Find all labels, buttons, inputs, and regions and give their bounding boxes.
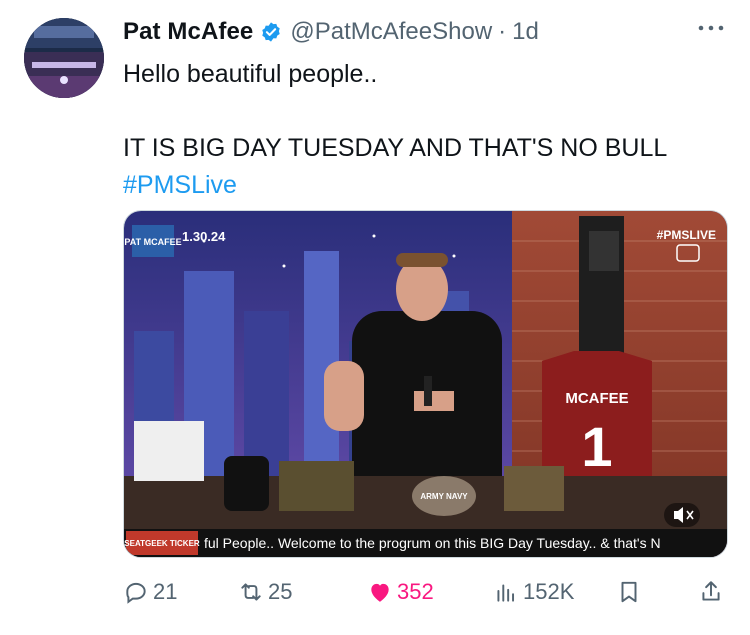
- tweet-time[interactable]: 1d: [512, 18, 539, 46]
- avatar-stadium-image: [24, 18, 104, 98]
- jersey-name: MCAFEE: [565, 390, 628, 407]
- author-handle[interactable]: @PatMcAfeeShow: [290, 18, 492, 46]
- separator-dot: ·: [498, 18, 507, 45]
- avatar[interactable]: [24, 18, 104, 98]
- more-options-icon[interactable]: [696, 22, 726, 34]
- bookmark-button[interactable]: [616, 570, 646, 614]
- repost-icon: [241, 583, 261, 601]
- ticker-text: ful People.. Welcome to the progrum on t…: [204, 535, 661, 551]
- helmet-text: ARMY NAVY: [420, 492, 468, 501]
- tweet-actions: 21 25 352 152K: [123, 570, 727, 614]
- like-count: 352: [397, 579, 434, 604]
- views-button[interactable]: 152K: [493, 570, 574, 614]
- reply-icon: [126, 582, 146, 604]
- share-button[interactable]: [698, 570, 728, 614]
- hashtag-link[interactable]: #PMSLive: [123, 167, 730, 204]
- video-frame: MCAFEE 1 ARMY NAVY PAT MCAFEE 1.30.24 #P…: [124, 211, 727, 557]
- tweet-text-line: IT IS BIG DAY TUESDAY AND THAT'S NO BULL: [123, 134, 668, 162]
- repost-count: 25: [268, 579, 293, 604]
- show-logo: PAT MCAFEE: [124, 237, 181, 247]
- show-date: 1.30.24: [182, 229, 226, 244]
- jersey-number: 1: [581, 415, 612, 478]
- views-count: 152K: [523, 579, 575, 604]
- ticker-brand: SEATGEEK TICKER: [124, 539, 200, 548]
- reply-count: 21: [153, 579, 178, 604]
- tweet-body: Hello beautiful people.. IT IS BIG DAY T…: [123, 56, 730, 204]
- like-button[interactable]: 352: [367, 570, 434, 614]
- corner-tag: #PMSLIVE: [657, 228, 716, 242]
- share-icon: [702, 581, 720, 601]
- verified-badge-icon: [262, 22, 281, 42]
- repost-button[interactable]: 25: [238, 570, 292, 614]
- author-name[interactable]: Pat McAfee: [123, 18, 253, 46]
- analytics-icon: [497, 584, 515, 602]
- speaker-muted-icon[interactable]: [664, 503, 700, 527]
- video-player[interactable]: MCAFEE 1 ARMY NAVY PAT MCAFEE 1.30.24 #P…: [123, 210, 728, 558]
- heart-icon: [371, 583, 389, 602]
- tweet-header: Pat McAfee @PatMcAfeeShow · 1d: [123, 14, 730, 50]
- bookmark-icon: [621, 581, 637, 603]
- tweet-text-line: Hello beautiful people..: [123, 60, 378, 88]
- reply-button[interactable]: 21: [123, 570, 177, 614]
